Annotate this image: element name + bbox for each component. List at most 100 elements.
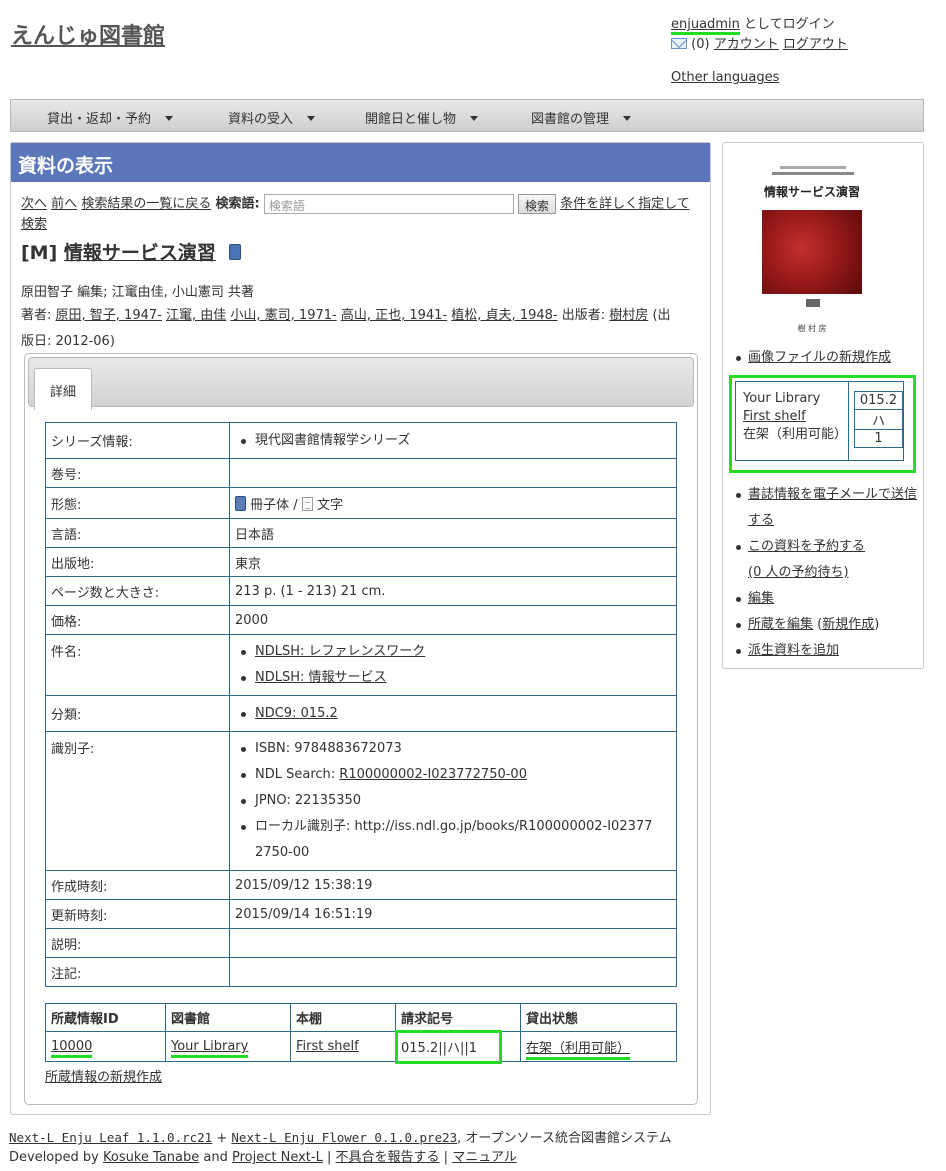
other-languages-link[interactable]: Other languages xyxy=(671,70,779,85)
form-value: 冊子体 / 文字 xyxy=(229,487,677,519)
column-header: 図書館 xyxy=(165,1003,291,1032)
add-derived-link[interactable]: 派生資料を追加 xyxy=(748,643,839,658)
description-label: 説明: xyxy=(45,928,230,958)
table-row: 識別子: ISBN: 9784883672073 NDL Search: R10… xyxy=(45,731,677,871)
message-count: (0) xyxy=(691,37,710,52)
series-label: シリーズ情報: xyxy=(45,422,230,459)
caret-down-icon xyxy=(165,116,174,121)
ndl-search-link[interactable]: R100000002-I023772750-00 xyxy=(339,767,527,782)
menu-admin[interactable]: 図書館の管理 xyxy=(531,108,632,127)
book-icon xyxy=(228,244,241,260)
mail-icon[interactable] xyxy=(671,38,687,49)
availability-status: 在架（利用可能） xyxy=(743,427,848,442)
list-item: 派生資料を追加 xyxy=(731,638,921,664)
menu-label: 開館日と催し物 xyxy=(365,112,457,127)
library-link[interactable]: Your Library xyxy=(171,1039,249,1058)
description-value xyxy=(229,928,677,958)
next-link[interactable]: 次へ xyxy=(21,197,47,212)
report-bug-link[interactable]: 不具合を報告する xyxy=(336,1150,440,1165)
edit-holding-link[interactable]: 所蔵を編集 xyxy=(748,617,813,632)
advanced-search-link[interactable]: 条件を詳しく指定して xyxy=(560,197,690,212)
table-row: 言語: 日本語 xyxy=(45,518,677,548)
search-input[interactable]: 検索語 xyxy=(263,194,514,214)
reserve-link[interactable]: この資料を予約する xyxy=(748,539,865,554)
table-row: 更新時刻: 2015/09/14 16:51:19 xyxy=(45,899,677,929)
shelf-cell: First shelf xyxy=(290,1031,396,1062)
logout-link[interactable]: ログアウト xyxy=(783,37,848,52)
search-label: 検索語: xyxy=(215,196,260,212)
caret-down-icon xyxy=(470,116,479,121)
pub-date-cont: 版日: 2012-06) xyxy=(21,334,115,349)
holding-id-cell: 10000 xyxy=(45,1031,166,1062)
book-cover-image[interactable]: 情報サービス演習 樹 村 房 xyxy=(762,160,862,340)
shelf-link[interactable]: First shelf xyxy=(296,1039,359,1054)
new-image-link[interactable]: 画像ファイルの新規作成 xyxy=(748,350,891,365)
library-holding-box: Your Library First shelf 在架（利用可能） 015.2 … xyxy=(729,375,916,473)
new-holding-link[interactable]: 所蔵情報の新規作成 xyxy=(45,1066,162,1085)
publisher-link[interactable]: 樹村房 xyxy=(609,308,648,323)
table-row: 注記: xyxy=(45,957,677,987)
call-part: 015.2 xyxy=(854,391,903,410)
classification-link[interactable]: NDC9: 015.2 xyxy=(255,706,338,721)
table-row: 作成時刻: 2015/09/12 15:38:19 xyxy=(45,870,677,900)
cover-decoration xyxy=(780,166,846,169)
site-title[interactable]: えんじゅ図書館 xyxy=(11,18,165,50)
author-link[interactable]: 原田, 智子, 1947- xyxy=(56,308,162,323)
username-link[interactable]: enjuadmin xyxy=(671,17,740,35)
carrier-type: 冊子体 xyxy=(250,497,290,513)
leaf-link[interactable]: Next-L Enju Leaf 1.1.0.rc21 xyxy=(9,1130,212,1145)
table-row: 価格: 2000 xyxy=(45,605,677,635)
flower-link[interactable]: Next-L Enju Flower 0.1.0.pre23 xyxy=(231,1130,457,1145)
status-link[interactable]: 在架（利用可能） xyxy=(526,1041,631,1060)
authors-label: 著者: xyxy=(21,308,52,323)
menu-events[interactable]: 開館日と催し物 xyxy=(365,108,479,127)
holdings-header-row: 所蔵情報ID 図書館 本棚 請求記号 貸出状態 xyxy=(45,1003,677,1032)
subject-link[interactable]: NDLSH: レファレンスワーク xyxy=(255,644,425,659)
shelf-link[interactable]: First shelf xyxy=(743,409,806,424)
list-item: 画像ファイルの新規作成 xyxy=(731,345,921,371)
author-link[interactable]: 高山, 正也, 1941- xyxy=(341,308,447,323)
menu-label: 貸出・返却・予約 xyxy=(47,112,152,127)
tab-detail[interactable]: 詳細 xyxy=(34,368,92,410)
table-row: 説明: xyxy=(45,928,677,958)
library-cell: Your Library xyxy=(165,1031,291,1062)
price-value: 2000 xyxy=(229,605,677,635)
holding-id-link[interactable]: 10000 xyxy=(51,1039,93,1058)
back-to-results-link[interactable]: 検索結果の一覧に戻る xyxy=(81,197,211,212)
note-value xyxy=(229,957,677,987)
search-button[interactable]: 検索 xyxy=(517,194,556,214)
authors-line: 著者: 原田, 智子, 1947- 江竃, 由佳 小山, 憲司, 1971- 高… xyxy=(21,303,703,355)
edit-link[interactable]: 編集 xyxy=(748,591,774,606)
menu-label: 図書館の管理 xyxy=(531,112,610,127)
language-value: 日本語 xyxy=(229,518,677,548)
author-link[interactable]: 小山, 憲司, 1971- xyxy=(230,308,336,323)
author-link[interactable]: 江竃, 由佳 xyxy=(166,308,226,323)
language-label: 言語: xyxy=(45,518,230,548)
account-link[interactable]: アカウント xyxy=(714,37,779,52)
subject-label: 件名: xyxy=(45,634,230,696)
book-title-link[interactable]: 情報サービス演習 xyxy=(64,242,216,264)
reserve-count-link[interactable]: (0 人の予約待ち) xyxy=(748,565,849,580)
identifier-value: ISBN: 9784883672073 NDL Search: R1000000… xyxy=(229,731,677,871)
advanced-search-link-cont[interactable]: 検索 xyxy=(21,217,47,232)
updated-value: 2015/09/14 16:51:19 xyxy=(229,899,677,929)
email-link-cont[interactable]: する xyxy=(748,513,774,528)
manual-link[interactable]: マニュアル xyxy=(452,1150,517,1165)
menu-circulation[interactable]: 貸出・返却・予約 xyxy=(47,108,174,127)
pages-value: 213 p. (1 - 213) 21 cm. xyxy=(229,576,677,606)
developer-link[interactable]: Kosuke Tanabe xyxy=(103,1150,199,1165)
prev-link[interactable]: 前へ xyxy=(51,197,77,212)
subject-link[interactable]: NDLSH: 情報サービス xyxy=(255,670,387,685)
publisher-label: 出版者: xyxy=(561,308,606,323)
local-id: ローカル識別子: http://iss.ndl.go.jp/books/R100… xyxy=(255,819,653,834)
author-link[interactable]: 植松, 貞夫, 1948- xyxy=(451,308,557,323)
new-holding-sidebar-link[interactable]: 新規作成 xyxy=(822,617,874,632)
updated-label: 更新時刻: xyxy=(45,899,230,929)
list-item: JPNO: 22135350 xyxy=(235,788,671,814)
tab-strip: 詳細 xyxy=(28,357,694,410)
series-value: 現代図書館情報学シリーズ xyxy=(229,422,677,459)
email-link[interactable]: 書誌情報を電子メールで送信 xyxy=(748,487,917,502)
class-label: 分類: xyxy=(45,695,230,732)
project-link[interactable]: Project Next-L xyxy=(232,1150,323,1165)
menu-acquisition[interactable]: 資料の受入 xyxy=(228,108,316,127)
